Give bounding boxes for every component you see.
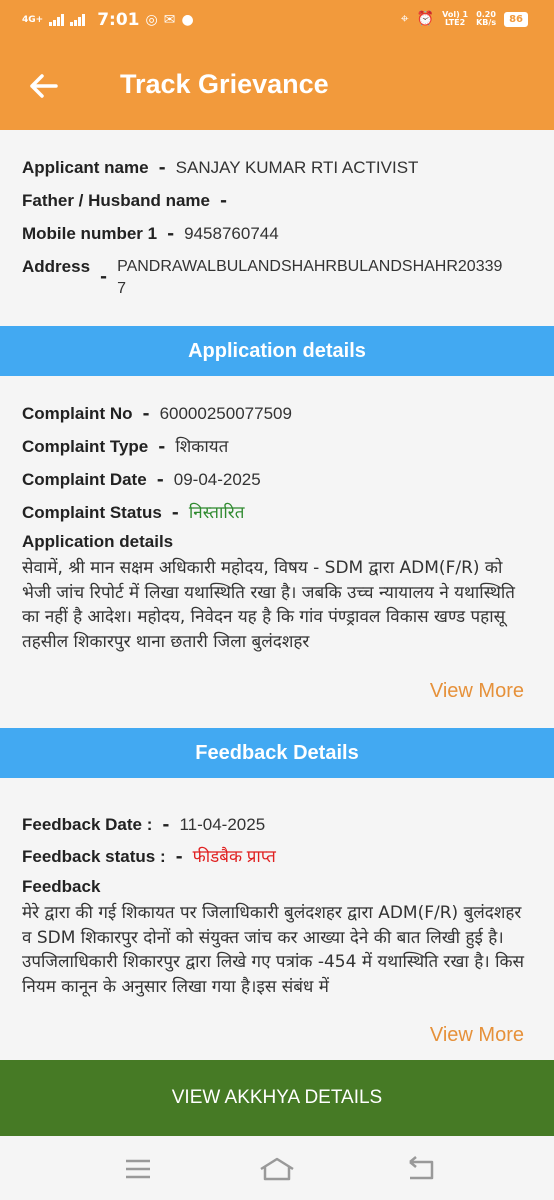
volte-indicator: Vol) 1 LTE2 [442,10,469,27]
address-value: PANDRAWALBULANDSHAHRBULANDSHAHR203397 [117,258,503,297]
complaint-type-value: शिकायत [175,437,229,456]
complaint-no-row: Complaint No - 60000250077509 [22,404,292,424]
feedback-date-value: 11-04-2025 [179,815,266,834]
feedback-label: Feedback [22,877,101,896]
battery-icon: 86 [504,11,528,27]
complaint-status-label: Complaint Status [22,503,162,522]
applicant-name-row: Applicant name - SANJAY KUMAR RTI ACTIVI… [22,158,419,178]
back-arrow-icon[interactable] [26,66,62,106]
complaint-type-label: Complaint Type [22,437,149,456]
application-details-text: सेवामें, श्री मान सक्षम अधिकारी महोदय, व… [22,558,515,652]
complaint-date-value: 09-04-2025 [173,470,261,489]
feedback-view-more-link[interactable]: View More [430,1024,524,1047]
back-icon[interactable] [400,1154,440,1184]
app-bar: Track Grievance [0,44,554,130]
complaint-date-row: Complaint Date - 09-04-2025 [22,470,261,490]
chat-icon: ● [181,12,194,28]
feedback-status-value: फीडबैक प्राप्त [192,847,276,866]
mobile-label: Mobile number 1 [22,224,158,243]
complaint-no-value: 60000250077509 [159,404,292,423]
application-details-header: Application details [0,326,554,376]
complaint-date-label: Complaint Date [22,470,147,489]
applicant-name-value: SANJAY KUMAR RTI ACTIVIST [175,158,419,177]
complaint-no-label: Complaint No [22,404,133,423]
home-icon[interactable] [257,1154,297,1184]
mobile-value: 9458760744 [184,224,279,243]
father-name-label: Father / Husband name [22,191,210,210]
signal-icon [70,14,86,26]
complaint-status-row: Complaint Status - निस्तारित [22,503,245,523]
mobile-row: Mobile number 1 - 9458760744 [22,224,279,244]
mail-icon: ✉ [163,12,176,28]
system-nav-bar [0,1136,554,1200]
application-card: Complaint No - 60000250077509 Complaint … [0,376,554,728]
application-view-more-link[interactable]: View More [430,680,524,703]
applicant-name-label: Applicant name [22,158,149,177]
network-speed: 0.20 KB/s [476,10,497,27]
signal-icon [49,14,65,26]
complaint-status-value: निस्तारित [188,503,245,522]
feedback-date-row: Feedback Date : - 11-04-2025 [22,815,266,835]
page-title: Track Grievance [120,69,329,99]
whatsapp-icon: ◎ [145,12,158,28]
feedback-card: Feedback Date : - 11-04-2025 Feedback st… [0,778,554,1060]
feedback-date-label: Feedback Date : [22,815,153,834]
complaint-type-row: Complaint Type - शिकायत [22,437,229,457]
menu-icon[interactable] [118,1154,158,1184]
clock: 7:01 [97,10,140,30]
feedback-details-header: Feedback Details [0,728,554,778]
address-label: Address [22,257,91,276]
application-details-label: Application details [22,532,174,551]
location-icon: ⌖ [400,11,409,27]
status-bar: 4G+ 7:01 ◎ ✉ ● ⌖ ⏰ Vol) 1 LTE2 0.20 KB/s 8… [0,0,554,44]
feedback-text: मेरे द्वारा की गई शिकायत पर जिलाधिकारी ब… [22,903,525,997]
network-type: 4G+ [22,14,44,25]
father-name-row: Father / Husband name - [22,191,228,211]
alarm-icon: ⏰ [416,11,435,27]
view-akkhya-details-button[interactable]: VIEW AKKHYA DETAILS [0,1060,554,1136]
feedback-status-label: Feedback status : [22,847,166,866]
applicant-card: Applicant name - SANJAY KUMAR RTI ACTIVI… [0,130,554,326]
feedback-status-row: Feedback status : - फीडबैक प्राप्त [22,847,276,867]
address-row: Address - PANDRAWALBULANDSHAHRBULANDSHAH… [22,256,507,300]
